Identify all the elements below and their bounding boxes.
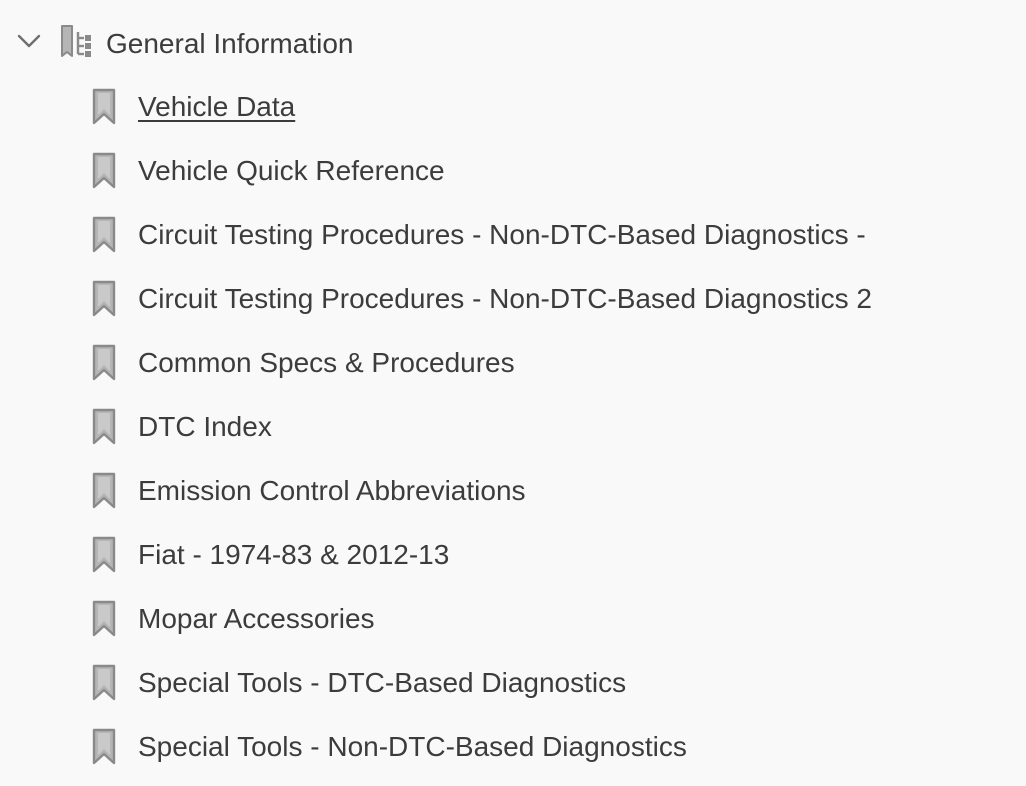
bookmark-icon (91, 344, 117, 382)
bookmark-label[interactable]: Vehicle Data (138, 90, 295, 124)
bookmark-label[interactable]: DTC Index (138, 410, 272, 444)
bookmark-item-common-specs-procedures[interactable]: Common Specs & Procedures (0, 332, 1026, 396)
document-tree-icon (58, 24, 94, 62)
bookmark-icon (91, 472, 117, 510)
bookmark-label[interactable]: Common Specs & Procedures (138, 346, 515, 380)
bookmark-icon (91, 600, 117, 638)
bookmark-item-dtc-index[interactable]: DTC Index (0, 396, 1026, 460)
tree-node-general-information[interactable]: General Information (0, 12, 1026, 76)
bookmark-icon (91, 152, 117, 190)
bookmark-icon (91, 280, 117, 318)
bookmark-item-circuit-testing-procedures-non-dtc-based-diagnostics-2[interactable]: Circuit Testing Procedures - Non-DTC-Bas… (0, 268, 1026, 332)
bookmark-label[interactable]: Circuit Testing Procedures - Non-DTC-Bas… (138, 218, 866, 252)
bookmark-item-mopar-accessories[interactable]: Mopar Accessories (0, 588, 1026, 652)
tree-node-label[interactable]: General Information (106, 27, 353, 61)
bookmark-item-special-tools-non-dtc-based-diagnostics[interactable]: Special Tools - Non-DTC-Based Diagnostic… (0, 716, 1026, 780)
bookmark-icon (91, 536, 117, 574)
bookmark-icon (91, 664, 117, 702)
bookmark-label[interactable]: Mopar Accessories (138, 602, 375, 636)
bookmark-icon (91, 216, 117, 254)
bookmark-item-fiat-1974-83-2012-13[interactable]: Fiat - 1974-83 & 2012-13 (0, 524, 1026, 588)
bookmark-icon (91, 728, 117, 766)
bookmark-label[interactable]: Circuit Testing Procedures - Non-DTC-Bas… (138, 282, 872, 316)
bookmark-label[interactable]: Special Tools - Non-DTC-Based Diagnostic… (138, 730, 687, 764)
bookmark-tree: General Information Vehicle Data Vehicle … (0, 0, 1026, 786)
bookmark-label[interactable]: Fiat - 1974-83 & 2012-13 (138, 538, 449, 572)
tree-children: Vehicle Data Vehicle Quick Reference Circu… (0, 76, 1026, 780)
bookmark-icon (91, 408, 117, 446)
bookmark-label[interactable]: Emission Control Abbreviations (138, 474, 526, 508)
bookmark-item-vehicle-data[interactable]: Vehicle Data (0, 76, 1026, 140)
bookmark-item-circuit-testing-procedures-non-dtc-based-diagnostics[interactable]: Circuit Testing Procedures - Non-DTC-Bas… (0, 204, 1026, 268)
chevron-down-icon[interactable] (16, 32, 42, 50)
bookmark-label[interactable]: Vehicle Quick Reference (138, 154, 445, 188)
bookmark-icon (91, 88, 117, 126)
bookmark-label[interactable]: Special Tools - DTC-Based Diagnostics (138, 666, 626, 700)
bookmark-item-vehicle-quick-reference[interactable]: Vehicle Quick Reference (0, 140, 1026, 204)
bookmark-item-emission-control-abbreviations[interactable]: Emission Control Abbreviations (0, 460, 1026, 524)
bookmark-item-special-tools-dtc-based-diagnostics[interactable]: Special Tools - DTC-Based Diagnostics (0, 652, 1026, 716)
